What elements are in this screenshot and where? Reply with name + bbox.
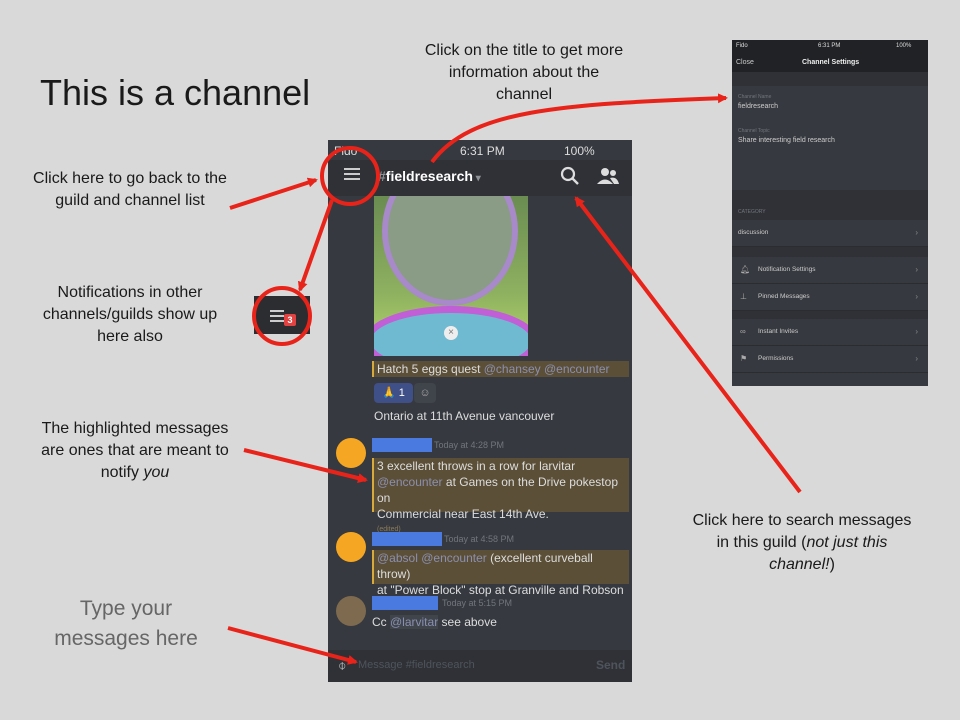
- arrow-highlighted: [243, 448, 368, 483]
- arrow-back: [229, 177, 318, 210]
- arrow-search: [574, 196, 802, 494]
- arrow-type: [227, 626, 358, 665]
- highlight-circle-menu: [320, 146, 380, 206]
- annotation-overlay: [227, 93, 802, 665]
- arrow-notifications: [297, 199, 334, 292]
- arrow-title: [430, 93, 728, 164]
- highlight-circle-notifications: [252, 286, 312, 346]
